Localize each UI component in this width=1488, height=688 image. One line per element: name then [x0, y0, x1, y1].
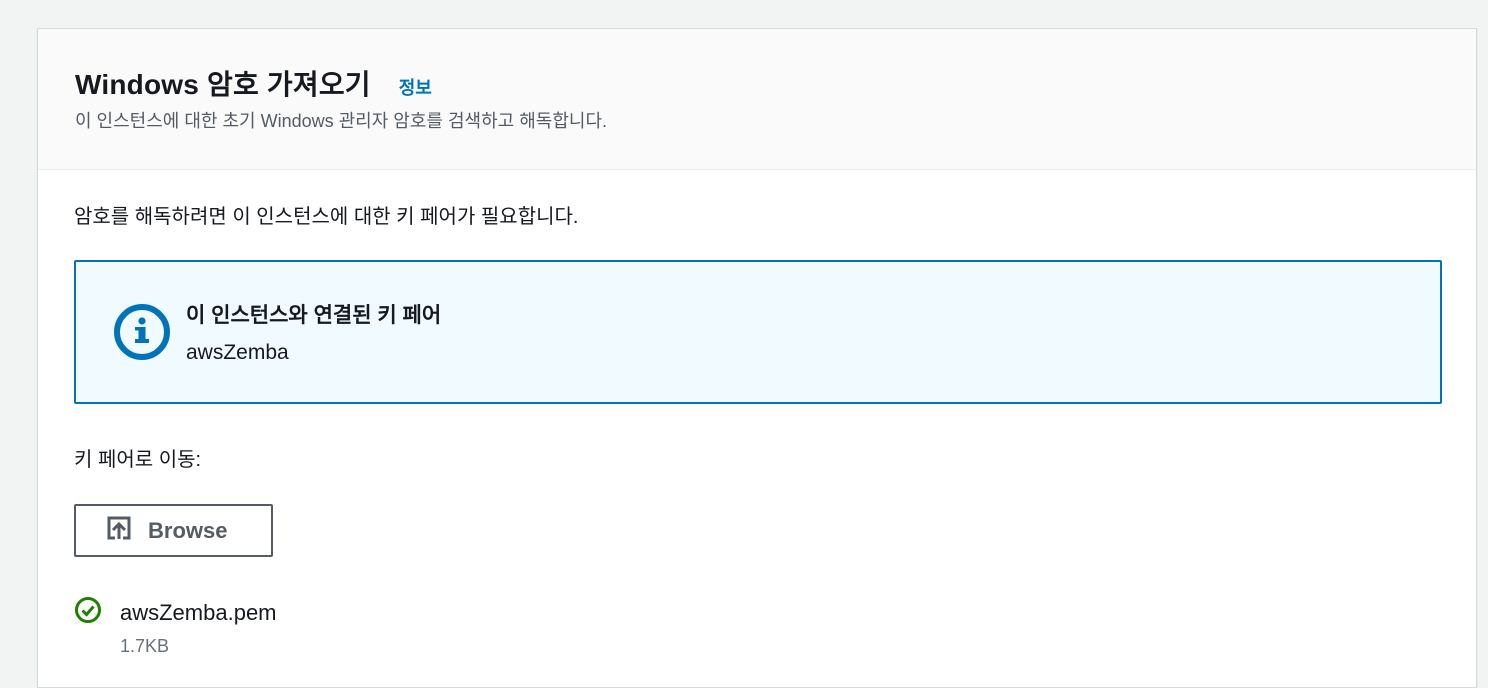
file-size: 1.7KB	[120, 636, 170, 656]
info-icon	[112, 302, 172, 362]
check-circle-icon	[74, 596, 102, 629]
description-text: 암호를 해독하려면 이 인스턴스에 대한 키 페어가 필요합니다.	[74, 206, 579, 228]
selected-file: awsZemba.pem	[74, 596, 277, 629]
alert-title: 이 인스턴스와 연결된 키 페어	[186, 304, 442, 327]
panel-body: 암호를 해독하려면 이 인스턴스에 대한 키 페어가 필요합니다. 이 인스턴스…	[37, 28, 1477, 678]
upload-icon	[106, 515, 132, 546]
navigate-to-key-pair-label: 키 페어로 이동:	[74, 449, 202, 471]
browse-button-label: Browse	[148, 517, 228, 543]
key-pair-info-alert: 이 인스턴스와 연결된 키 페어 awsZemba	[74, 260, 1442, 404]
alert-content: 이 인스턴스와 연결된 키 페어 awsZemba	[186, 299, 441, 365]
browse-button[interactable]: Browse	[74, 504, 273, 557]
key-pair-name: awsZemba	[186, 341, 289, 364]
file-name: awsZemba.pem	[120, 599, 277, 625]
